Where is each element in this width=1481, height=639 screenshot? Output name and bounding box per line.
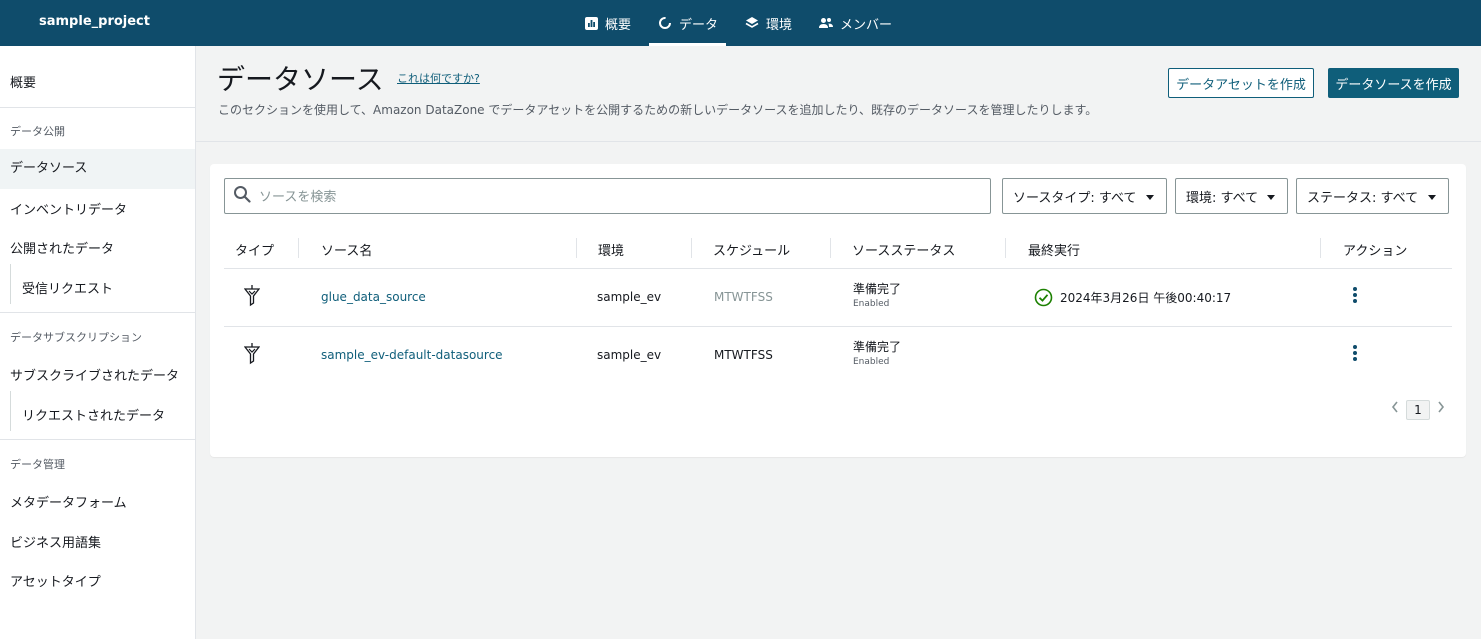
source-status: 準備完了 Enabled bbox=[853, 338, 901, 367]
sidebar-item-glossary[interactable]: ビジネス用語集 bbox=[0, 532, 195, 551]
sidebar-item-inventory[interactable]: インベントリデータ bbox=[0, 199, 195, 218]
sidebar-item-incoming-requests[interactable]: 受信リクエスト bbox=[0, 278, 195, 297]
sidebar-item-subscribed[interactable]: サブスクライブされたデータ bbox=[0, 365, 195, 384]
tab-overview-label: 概要 bbox=[605, 17, 632, 33]
tab-data-label: データ bbox=[679, 17, 719, 33]
data-source-link[interactable]: glue_data_source bbox=[321, 290, 426, 304]
sidebar-divider bbox=[0, 439, 195, 440]
row-actions-menu[interactable] bbox=[1352, 287, 1358, 305]
sidebar-item-asset-types[interactable]: アセットタイプ bbox=[0, 571, 195, 590]
sidebar-item-requested[interactable]: リクエストされたデータ bbox=[0, 405, 195, 424]
row-divider bbox=[224, 326, 1452, 327]
page-title: データソース bbox=[217, 63, 384, 96]
status-sub-text: Enabled bbox=[853, 357, 890, 367]
column-divider bbox=[298, 238, 299, 258]
search-icon bbox=[233, 185, 251, 207]
last-run-value: 2024年3月26日 午後00:40:17 bbox=[1060, 291, 1232, 305]
column-divider bbox=[1320, 238, 1321, 258]
chevron-right-icon[interactable] bbox=[1436, 400, 1446, 417]
sidebar-item-published[interactable]: 公開されたデータ bbox=[0, 238, 195, 257]
sidebar-section-subscribe: データサブスクリプション bbox=[10, 331, 142, 344]
sidebar-divider bbox=[0, 107, 195, 108]
environment-filter-label: 環境: すべて bbox=[1186, 190, 1259, 206]
users-icon bbox=[818, 15, 834, 31]
status-text: 準備完了 bbox=[853, 282, 902, 296]
source-type-filter[interactable]: ソースタイプ: すべて bbox=[1002, 178, 1167, 214]
status-filter[interactable]: ステータス: すべて bbox=[1296, 178, 1449, 214]
data-sources-card: ソースタイプ: すべて 環境: すべて ステータス: すべて タイプ ソース名 … bbox=[210, 164, 1466, 457]
success-check-icon bbox=[1034, 288, 1053, 310]
sidebar-item-metadata-forms[interactable]: メタデータフォーム bbox=[0, 492, 195, 511]
tab-members-label: メンバー bbox=[840, 17, 893, 33]
project-tabs: 概要 データ 環境 メンバー bbox=[575, 0, 910, 46]
column-header-action: アクション bbox=[1343, 244, 1408, 259]
environment-filter[interactable]: 環境: すべて bbox=[1175, 178, 1288, 214]
sidebar-section-publish: データ公開 bbox=[10, 125, 65, 138]
project-name[interactable]: sample_project bbox=[39, 14, 150, 29]
tab-overview[interactable]: 概要 bbox=[575, 0, 639, 46]
column-divider bbox=[1005, 238, 1006, 258]
schedule-value: MTWTFSS bbox=[714, 348, 773, 362]
tab-environment-label: 環境 bbox=[766, 17, 793, 33]
bar-chart-icon bbox=[583, 15, 599, 31]
glue-funnel-icon bbox=[243, 343, 261, 368]
column-header-last-run[interactable]: 最終実行 bbox=[1028, 240, 1080, 259]
column-header-name[interactable]: ソース名 bbox=[321, 240, 372, 259]
data-ring-icon bbox=[657, 15, 673, 31]
column-header-schedule[interactable]: スケジュール bbox=[713, 240, 790, 259]
source-type-filter-label: ソースタイプ: すべて bbox=[1013, 190, 1137, 206]
status-sub-text: Enabled bbox=[853, 299, 890, 309]
create-data-source-button[interactable]: データソースを作成 bbox=[1328, 68, 1459, 98]
top-navigation-bar: sample_project 概要 データ 環境 メンバー bbox=[0, 0, 1481, 46]
column-divider bbox=[576, 238, 577, 258]
sidebar: 概要 データ公開 データソース インベントリデータ 公開されたデータ 受信リクエ… bbox=[0, 46, 196, 639]
row-actions-menu[interactable] bbox=[1352, 345, 1358, 363]
schedule-value: MTWTFSS bbox=[714, 290, 773, 304]
tab-environment[interactable]: 環境 bbox=[736, 0, 800, 46]
create-data-asset-button[interactable]: データアセットを作成 bbox=[1168, 68, 1314, 98]
glue-funnel-icon bbox=[243, 285, 261, 310]
tab-members[interactable]: メンバー bbox=[810, 0, 900, 46]
sidebar-section-manage: データ管理 bbox=[10, 458, 65, 471]
sidebar-item-overview[interactable]: 概要 bbox=[0, 72, 195, 91]
page-number[interactable]: 1 bbox=[1406, 400, 1430, 420]
source-status: 準備完了 Enabled bbox=[853, 280, 901, 309]
search-input[interactable] bbox=[259, 188, 959, 204]
status-filter-label: ステータス: すべて bbox=[1307, 190, 1419, 206]
column-header-type[interactable]: タイプ bbox=[235, 240, 274, 259]
chevron-down-icon bbox=[1428, 195, 1436, 200]
layers-icon bbox=[744, 15, 760, 31]
chevron-down-icon bbox=[1146, 195, 1154, 200]
column-header-status[interactable]: ソースステータス bbox=[852, 240, 955, 259]
help-link[interactable]: これは何ですか? bbox=[397, 70, 480, 86]
environment-value: sample_ev bbox=[597, 348, 662, 362]
column-divider bbox=[830, 238, 831, 258]
sidebar-divider bbox=[0, 312, 195, 313]
status-text: 準備完了 bbox=[853, 340, 902, 354]
page-description: このセクションを使用して、Amazon DataZone でデータアセットを公開… bbox=[218, 103, 1098, 117]
sidebar-item-data-sources[interactable]: データソース bbox=[0, 149, 195, 189]
row-divider bbox=[224, 268, 1452, 269]
search-box bbox=[224, 178, 991, 214]
environment-value: sample_ev bbox=[597, 290, 662, 304]
data-source-link[interactable]: sample_ev-default-datasource bbox=[321, 348, 503, 362]
tab-data[interactable]: データ bbox=[649, 0, 727, 46]
chevron-left-icon[interactable] bbox=[1390, 400, 1400, 417]
column-header-environment[interactable]: 環境 bbox=[598, 240, 624, 259]
chevron-down-icon bbox=[1267, 195, 1275, 200]
column-divider bbox=[691, 238, 692, 258]
header-divider bbox=[196, 141, 1481, 142]
